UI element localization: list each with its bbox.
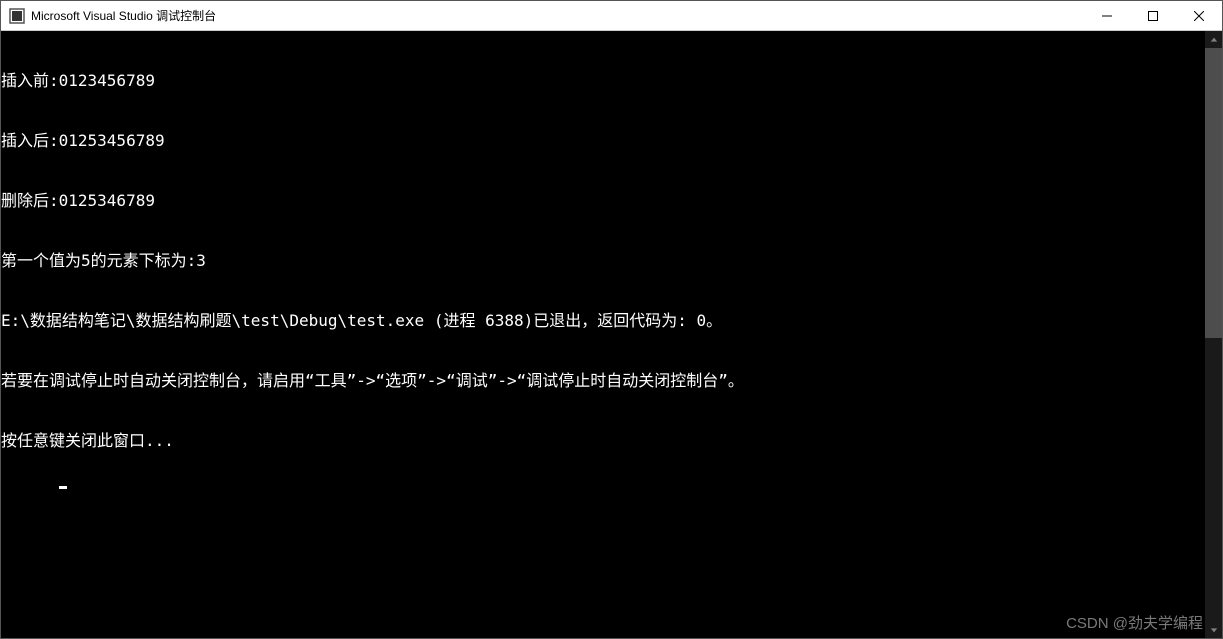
console-window: Microsoft Visual Studio 调试控制台 插入前:012345… [0,0,1223,639]
maximize-button[interactable] [1130,1,1176,30]
console-line: 若要在调试停止时自动关闭控制台，请启用“工具”->“选项”->“调试”->“调试… [1,371,1205,391]
app-icon [9,8,25,24]
window-title: Microsoft Visual Studio 调试控制台 [31,7,1084,24]
titlebar[interactable]: Microsoft Visual Studio 调试控制台 [1,1,1222,31]
vertical-scrollbar[interactable] [1205,31,1222,638]
scrollbar-thumb[interactable] [1205,48,1222,338]
minimize-button[interactable] [1084,1,1130,30]
scroll-down-button[interactable] [1205,621,1222,638]
console-line: 删除后:0125346789 [1,191,1205,211]
console-area: 插入前:0123456789 插入后:01253456789 删除后:01253… [1,31,1222,638]
console-line: 第一个值为5的元素下标为:3 [1,251,1205,271]
text-cursor [59,486,67,489]
console-line: 插入前:0123456789 [1,71,1205,91]
window-controls [1084,1,1222,30]
scroll-up-button[interactable] [1205,31,1222,48]
console-line: 插入后:01253456789 [1,131,1205,151]
console-line: E:\数据结构笔记\数据结构刷题\test\Debug\test.exe (进程… [1,311,1205,331]
console-output[interactable]: 插入前:0123456789 插入后:01253456789 删除后:01253… [1,31,1205,638]
console-line: 按任意键关闭此窗口... [1,431,1205,451]
close-button[interactable] [1176,1,1222,30]
